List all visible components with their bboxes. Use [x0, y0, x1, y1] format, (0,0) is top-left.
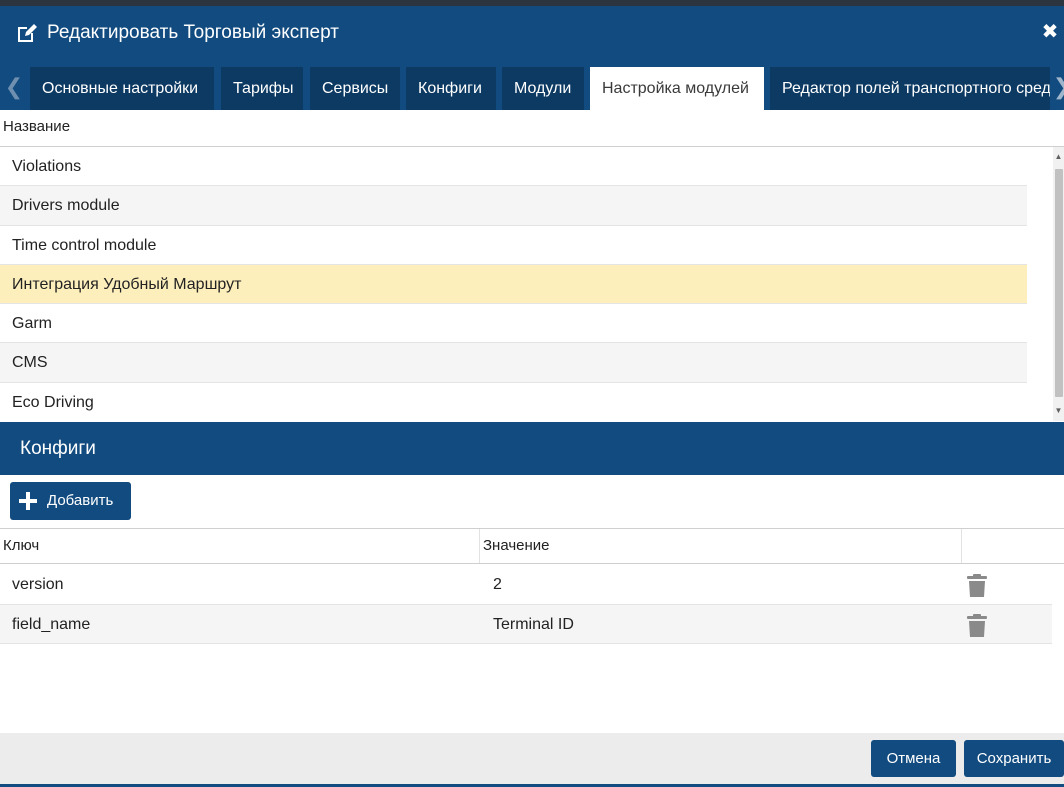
config-value[interactable]: 2 — [493, 565, 502, 605]
list-item[interactable]: Eco Driving — [0, 383, 1027, 421]
table-row: field_name Terminal ID — [0, 604, 1052, 645]
config-key[interactable]: version — [12, 565, 64, 605]
list-item[interactable]: Garm — [0, 304, 1027, 344]
add-config-button[interactable]: Добавить — [10, 482, 131, 520]
modules-scrollbar[interactable]: ▲ ▼ — [1053, 147, 1064, 421]
table-row: version 2 — [0, 565, 1052, 605]
plus-icon — [19, 492, 37, 510]
scrollbar-thumb[interactable] — [1055, 169, 1063, 397]
list-item[interactable]: Time control module — [0, 226, 1027, 265]
scroll-down-icon[interactable]: ▼ — [1053, 403, 1064, 419]
configs-table-header: Ключ Значение — [0, 528, 1064, 564]
list-item[interactable]: CMS — [0, 343, 1027, 383]
dialog-title: Редактировать Торговый эксперт — [47, 22, 339, 43]
tab-scroll-right-icon[interactable]: ❯ — [1050, 73, 1064, 101]
trash-icon[interactable] — [966, 613, 988, 638]
scroll-up-icon[interactable]: ▲ — [1053, 149, 1064, 165]
column-header-actions — [962, 529, 1064, 563]
cancel-button[interactable]: Отмена — [871, 740, 956, 777]
save-button[interactable]: Сохранить — [964, 740, 1064, 777]
config-key[interactable]: field_name — [12, 605, 90, 645]
config-value[interactable]: Terminal ID — [493, 605, 574, 645]
modules-column-header[interactable]: Название — [0, 110, 1064, 147]
tab-services[interactable]: Сервисы — [310, 67, 400, 110]
dialog-title-bar: Редактировать Торговый эксперт ✖ — [0, 6, 1064, 61]
tab-tariffs[interactable]: Тарифы — [221, 67, 303, 110]
tab-module-settings[interactable]: Настройка модулей — [590, 67, 764, 110]
trash-icon[interactable] — [966, 574, 988, 598]
list-item[interactable]: Violations — [0, 147, 1027, 187]
configs-section-title: Конфиги — [0, 422, 1064, 475]
tab-configs[interactable]: Конфиги — [406, 67, 496, 110]
tab-main-settings[interactable]: Основные настройки — [30, 67, 214, 110]
add-config-label: Добавить — [47, 492, 114, 509]
close-icon[interactable]: ✖ — [1040, 21, 1060, 43]
modules-list: Violations Drivers module Time control m… — [0, 147, 1027, 421]
tab-vehicle-field-editor[interactable]: Редактор полей транспортного средства — [770, 67, 1050, 110]
tab-scroll-left-icon[interactable]: ❮ — [2, 73, 26, 101]
tab-modules[interactable]: Модули — [502, 67, 584, 110]
list-item[interactable]: Drivers module — [0, 186, 1027, 226]
edit-icon — [18, 24, 37, 42]
tab-bar: ❮ Основные настройки Тарифы Сервисы Конф… — [0, 61, 1064, 110]
column-header-key[interactable]: Ключ — [0, 529, 480, 563]
column-header-value[interactable]: Значение — [480, 529, 962, 563]
list-item-selected[interactable]: Интеграция Удобный Маршрут — [0, 264, 1027, 305]
